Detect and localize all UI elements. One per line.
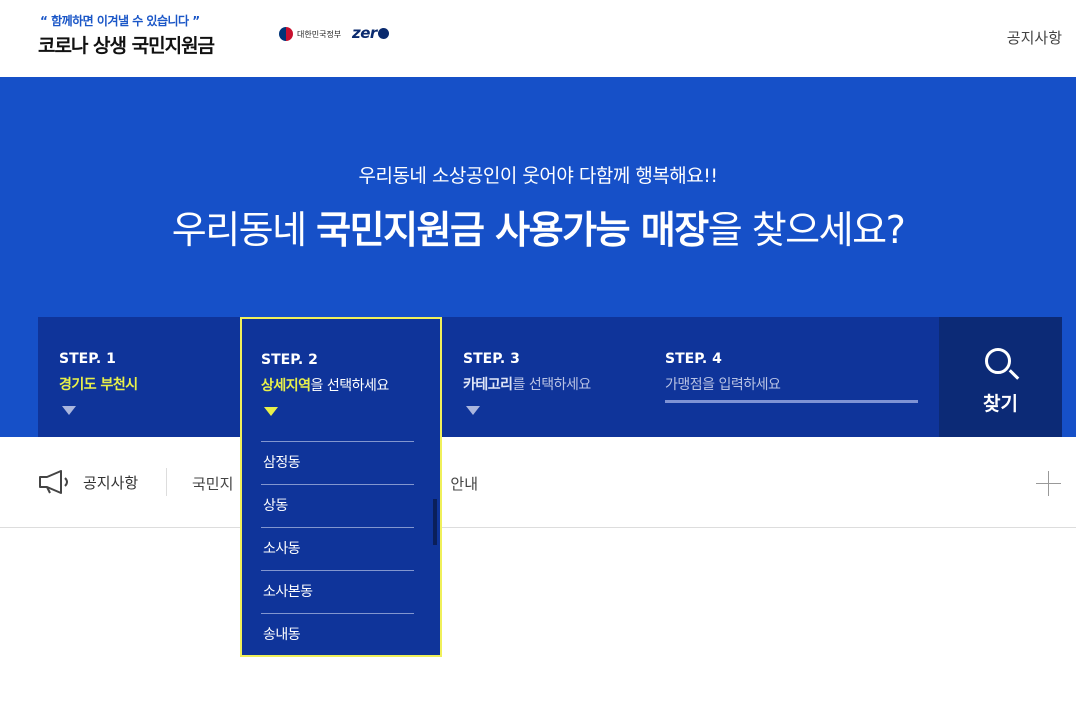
notice-text-left: 국민지 xyxy=(192,475,234,493)
step2-value: 상세지역을 선택하세요 xyxy=(261,375,389,395)
step2-value-highlight: 상세지역 xyxy=(261,378,311,394)
step1-selected-region: 경기도 부천시 xyxy=(59,377,138,393)
chevron-down-icon[interactable] xyxy=(62,406,76,415)
site-logo[interactable]: “ 함께하면 이겨낼 수 있습니다 ” 코로나 상생 국민지원금 xyxy=(38,12,215,58)
gov-label: 대한민국정부 xyxy=(297,29,342,39)
hero-subtitle: 우리동네 소상공인이 웃어야 다함께 행복해요!! xyxy=(358,165,718,187)
find-button-label: 찾기 xyxy=(983,393,1018,415)
district-option[interactable]: 송내동 xyxy=(261,614,414,657)
step3-label: STEP. 3 xyxy=(463,351,520,367)
header-notice-link[interactable]: 공지사항 xyxy=(1007,27,1062,48)
step4-label: STEP. 4 xyxy=(665,351,722,367)
site-title: 코로나 상생 국민지원금 xyxy=(38,35,215,57)
step3-category-select[interactable]: STEP. 3 카테고리를 선택하세요 xyxy=(442,317,644,437)
step1-value: 경기도 부천시 xyxy=(59,374,138,394)
hero-title-suffix: 을 찾으세요? xyxy=(707,208,906,252)
megaphone-icon xyxy=(39,470,68,494)
step2-value-rest: 을 선택하세요 xyxy=(310,378,390,394)
notice-text-right: 안내 xyxy=(450,475,479,493)
zeropay-logo: zer xyxy=(352,24,389,42)
hero-title: 우리동네 국민지원금 사용가능 매장을 찾으세요? xyxy=(0,199,1076,254)
input-underline xyxy=(665,400,918,403)
gov-logo: 대한민국정부 xyxy=(279,27,341,41)
chevron-down-icon[interactable] xyxy=(466,406,480,415)
step2-label: STEP. 2 xyxy=(261,352,318,368)
slogan: “ 함께하면 이겨낼 수 있습니다 ” xyxy=(40,14,200,28)
zero-o-icon xyxy=(377,28,389,39)
notice-bar: 공지사항 국민지 안내 xyxy=(0,437,1076,528)
site-header: “ 함께하면 이겨낼 수 있습니다 ” 코로나 상생 국민지원금 대한민국정부 … xyxy=(0,0,1076,77)
district-option[interactable]: 삼정동 xyxy=(261,442,414,485)
taegeuk-emblem-icon xyxy=(279,27,293,41)
step3-value: 카테고리를 선택하세요 xyxy=(463,374,591,394)
district-option[interactable]: 소사본동 xyxy=(261,571,414,614)
store-name-input[interactable]: 가맹점을 입력하세요 xyxy=(665,374,781,394)
find-button[interactable]: 찾기 xyxy=(939,317,1062,437)
step1-region-select[interactable]: STEP. 1 경기도 부천시 xyxy=(38,317,240,437)
notice-title: 공지사항 xyxy=(83,474,139,492)
step2-district-dropdown[interactable]: STEP. 2 상세지역을 선택하세요 삼정동 상동 소사동 소사본동 송내동 xyxy=(240,317,442,657)
district-option-list: 삼정동 상동 소사동 소사본동 송내동 xyxy=(261,441,414,657)
district-option[interactable]: 소사동 xyxy=(261,528,414,571)
step1-label: STEP. 1 xyxy=(59,351,116,367)
hero-title-bold: 국민지원금 사용가능 매장 xyxy=(316,208,709,252)
step3-value-rest: 를 선택하세요 xyxy=(512,377,592,393)
district-option[interactable]: 상동 xyxy=(261,485,414,528)
search-icon xyxy=(985,348,1011,374)
zero-label: zer xyxy=(352,24,377,42)
plus-icon[interactable] xyxy=(1036,471,1061,496)
dropdown-scrollbar[interactable] xyxy=(433,499,437,545)
step3-value-bold: 카테고리 xyxy=(463,377,513,393)
chevron-down-icon[interactable] xyxy=(264,407,278,416)
store-search-bar: STEP. 1 경기도 부천시 STEP. 3 카테고리를 선택하세요 STEP… xyxy=(38,317,1062,437)
divider xyxy=(166,468,167,496)
step4-store-input[interactable]: STEP. 4 가맹점을 입력하세요 xyxy=(644,317,939,437)
hero-title-prefix: 우리동네 xyxy=(171,208,317,252)
